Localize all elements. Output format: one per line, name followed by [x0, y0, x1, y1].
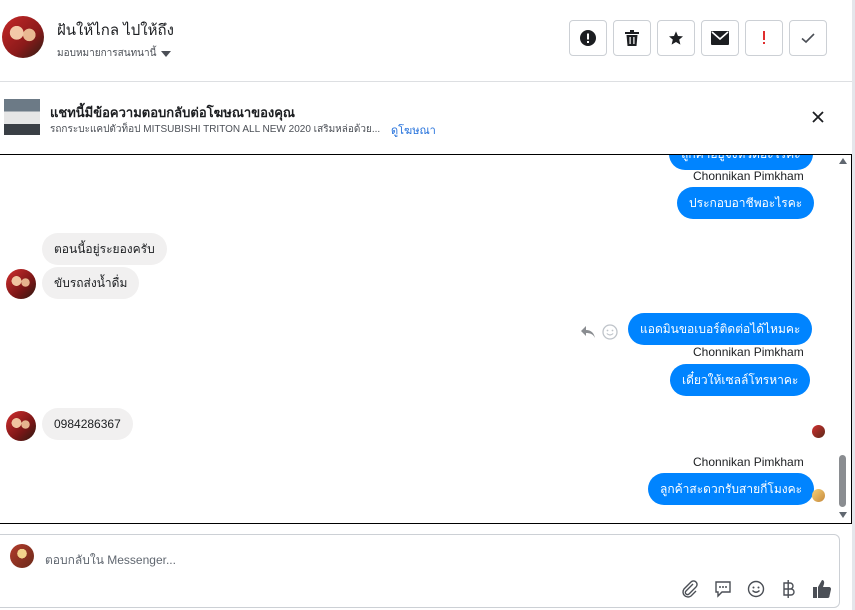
- sender-name: Chonnikan Pimkham: [693, 455, 804, 469]
- avatar[interactable]: [6, 411, 36, 441]
- ad-banner-title: แชทนี้มีข้อความตอบกลับต่อโฆษณาของคุณ: [50, 105, 295, 120]
- avatar[interactable]: [6, 269, 36, 299]
- reply-input[interactable]: ตอบกลับใน Messenger...: [45, 551, 176, 570]
- incoming-message[interactable]: ตอนนี้อยู่ระยองครับ: [42, 233, 167, 265]
- exclamation-icon: [580, 30, 596, 46]
- mark-unread-button[interactable]: [701, 20, 739, 56]
- flag-icon: [763, 31, 765, 44]
- trash-icon: [625, 30, 639, 46]
- view-ad-link[interactable]: ดูโฆษณา: [391, 121, 436, 139]
- composer-toolbar: [680, 579, 832, 599]
- mark-done-button[interactable]: [789, 20, 827, 56]
- delete-button[interactable]: [613, 20, 651, 56]
- envelope-icon: [711, 31, 729, 45]
- outgoing-message[interactable]: ประกอบอาชีพอะไรคะ: [677, 187, 815, 219]
- incoming-message[interactable]: 0984286367: [42, 408, 133, 440]
- close-icon[interactable]: [808, 107, 828, 127]
- avatar[interactable]: [2, 16, 44, 58]
- scroll-up-icon[interactable]: [839, 158, 847, 164]
- message-thread[interactable]: ลูกค้าอยู่จังหวัดอะไรคะ Chonnikan Pimkha…: [0, 154, 852, 524]
- sender-name: Chonnikan Pimkham: [693, 345, 804, 359]
- contact-name[interactable]: ฝันให้ไกล ไปให้ถึง: [57, 18, 174, 42]
- scrollbar-thumb[interactable]: [839, 455, 846, 507]
- ad-reply-banner: แชทนี้มีข้อความตอบกลับต่อโฆษณาของคุณ รถก…: [0, 83, 855, 153]
- star-icon: [669, 31, 683, 45]
- scroll-down-icon[interactable]: [839, 512, 847, 518]
- chat-scrollbar[interactable]: [836, 155, 850, 523]
- assign-conversation-dropdown[interactable]: มอบหมายการสนทนานี้: [57, 46, 172, 61]
- saved-replies-button[interactable]: [713, 579, 733, 599]
- attach-button[interactable]: [680, 579, 700, 599]
- chat-bubble-icon: [715, 581, 731, 598]
- thumbs-up-icon: [813, 580, 832, 598]
- reply-composer: ตอบกลับใน Messenger...: [0, 534, 840, 608]
- react-icon[interactable]: [602, 324, 618, 340]
- page-avatar: [10, 544, 34, 568]
- ad-banner-subtitle: รถกระบะแคปตัวท็อป MITSUBISHI TRITON ALL …: [50, 124, 381, 135]
- smiley-icon: [747, 580, 765, 598]
- incoming-message[interactable]: ขับรถส่งน้ำดื่ม: [42, 267, 140, 299]
- caret-down-icon: [161, 50, 172, 57]
- ad-thumbnail[interactable]: [4, 99, 40, 135]
- star-button[interactable]: [657, 20, 695, 56]
- emoji-button[interactable]: [746, 579, 766, 599]
- payment-button[interactable]: [779, 579, 799, 599]
- assign-label: มอบหมายการสนทนานี้: [57, 48, 157, 59]
- check-icon: [801, 33, 815, 44]
- baht-icon: [783, 580, 795, 598]
- follow-up-button[interactable]: [745, 20, 783, 56]
- sender-avatar-small: [812, 489, 825, 502]
- action-toolbar: [569, 20, 827, 56]
- paperclip-icon: [682, 580, 698, 598]
- outgoing-message[interactable]: ลูกค้าสะดวกรับสายกี่โมงคะ: [648, 473, 815, 505]
- outgoing-message[interactable]: แอดมินขอเบอร์ติดต่อได้ไหมคะ: [628, 313, 813, 345]
- conversation-header: ฝันให้ไกล ไปให้ถึง มอบหมายการสนทนานี้: [0, 0, 855, 82]
- seen-receipt-avatar: [812, 425, 825, 438]
- mark-spam-button[interactable]: [569, 20, 607, 56]
- like-button[interactable]: [812, 579, 832, 599]
- outgoing-message[interactable]: เดี๋ยวให้เซลล์โทรหาคะ: [670, 364, 811, 396]
- outgoing-message[interactable]: ลูกค้าอยู่จังหวัดอะไรคะ: [669, 155, 813, 170]
- sender-name: Chonnikan Pimkham: [693, 169, 804, 183]
- reply-icon[interactable]: [580, 325, 596, 339]
